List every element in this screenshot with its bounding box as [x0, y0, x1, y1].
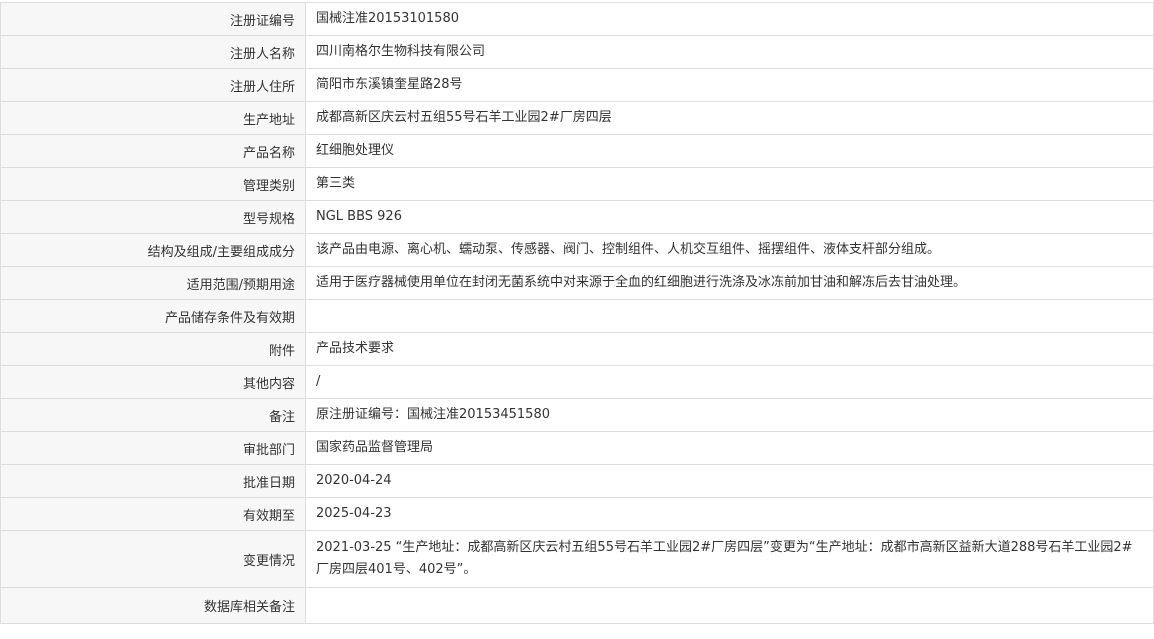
- row-label-attachment: 附件: [0, 332, 306, 366]
- row-value-remarks: 原注册证编号：国械注准20153451580: [305, 398, 1154, 432]
- row-value-registration-number: 国械注准20153101580: [305, 2, 1154, 36]
- row-label-remarks: 备注: [0, 398, 306, 432]
- table-row: 适用范围/预期用途 适用于医疗器械使用单位在封闭无菌系统中对来源于全血的红细胞进…: [0, 266, 1154, 300]
- row-value-registrant-address: 简阳市东溪镇奎星路28号: [305, 68, 1154, 102]
- table-row: 管理类别 第三类: [0, 167, 1154, 201]
- row-label-database-remarks: 数据库相关备注: [0, 587, 306, 624]
- row-label-model-spec: 型号规格: [0, 200, 306, 234]
- table-row: 注册人住所 简阳市东溪镇奎星路28号: [0, 68, 1154, 102]
- row-value-product-name: 红细胞处理仪: [305, 134, 1154, 168]
- row-label-approval-date: 批准日期: [0, 464, 306, 498]
- table-row: 数据库相关备注: [0, 587, 1154, 624]
- row-label-product-name: 产品名称: [0, 134, 306, 168]
- table-row: 注册人名称 四川南格尔生物科技有限公司: [0, 35, 1154, 69]
- registration-info-table: 注册证编号 国械注准20153101580 注册人名称 四川南格尔生物科技有限公…: [0, 2, 1154, 624]
- row-label-registration-number: 注册证编号: [0, 2, 306, 36]
- table-row: 产品名称 红细胞处理仪: [0, 134, 1154, 168]
- row-value-other-content: /: [305, 365, 1154, 399]
- row-label-other-content: 其他内容: [0, 365, 306, 399]
- row-label-storage-validity: 产品储存条件及有效期: [0, 299, 306, 333]
- row-value-registrant-name: 四川南格尔生物科技有限公司: [305, 35, 1154, 69]
- row-label-change-history: 变更情况: [0, 530, 306, 588]
- row-value-intended-use: 适用于医疗器械使用单位在封闭无菌系统中对来源于全血的红细胞进行洗涤及冰冻前加甘油…: [305, 266, 1154, 300]
- row-label-registrant-name: 注册人名称: [0, 35, 306, 69]
- table-row: 有效期至 2025-04-23: [0, 497, 1154, 531]
- row-label-production-address: 生产地址: [0, 101, 306, 135]
- row-value-database-remarks: [305, 587, 1154, 624]
- row-label-structure-composition: 结构及组成/主要组成成分: [0, 233, 306, 267]
- table-row: 批准日期 2020-04-24: [0, 464, 1154, 498]
- row-value-change-history: 2021-03-25 “生产地址：成都高新区庆云村五组55号石羊工业园2#厂房四…: [305, 530, 1154, 588]
- table-row: 产品储存条件及有效期: [0, 299, 1154, 333]
- row-value-structure-composition: 该产品由电源、离心机、蠕动泵、传感器、阀门、控制组件、人机交互组件、摇摆组件、液…: [305, 233, 1154, 267]
- row-label-registrant-address: 注册人住所: [0, 68, 306, 102]
- row-label-approval-department: 审批部门: [0, 431, 306, 465]
- table-row: 审批部门 国家药品监督管理局: [0, 431, 1154, 465]
- row-value-approval-department: 国家药品监督管理局: [305, 431, 1154, 465]
- row-value-attachment: 产品技术要求: [305, 332, 1154, 366]
- table-row: 型号规格 NGL BBS 926: [0, 200, 1154, 234]
- table-row: 注册证编号 国械注准20153101580: [0, 2, 1154, 36]
- table-row: 其他内容 /: [0, 365, 1154, 399]
- row-value-storage-validity: [305, 299, 1154, 333]
- table-row: 备注 原注册证编号：国械注准20153451580: [0, 398, 1154, 432]
- table-row: 生产地址 成都高新区庆云村五组55号石羊工业园2#厂房四层: [0, 101, 1154, 135]
- table-row: 附件 产品技术要求: [0, 332, 1154, 366]
- row-value-approval-date: 2020-04-24: [305, 464, 1154, 498]
- row-label-intended-use: 适用范围/预期用途: [0, 266, 306, 300]
- row-label-valid-until: 有效期至: [0, 497, 306, 531]
- row-value-management-category: 第三类: [305, 167, 1154, 201]
- table-row: 结构及组成/主要组成成分 该产品由电源、离心机、蠕动泵、传感器、阀门、控制组件、…: [0, 233, 1154, 267]
- row-value-valid-until: 2025-04-23: [305, 497, 1154, 531]
- row-value-production-address: 成都高新区庆云村五组55号石羊工业园2#厂房四层: [305, 101, 1154, 135]
- row-label-management-category: 管理类别: [0, 167, 306, 201]
- table-row: 变更情况 2021-03-25 “生产地址：成都高新区庆云村五组55号石羊工业园…: [0, 530, 1154, 588]
- row-value-model-spec: NGL BBS 926: [305, 200, 1154, 234]
